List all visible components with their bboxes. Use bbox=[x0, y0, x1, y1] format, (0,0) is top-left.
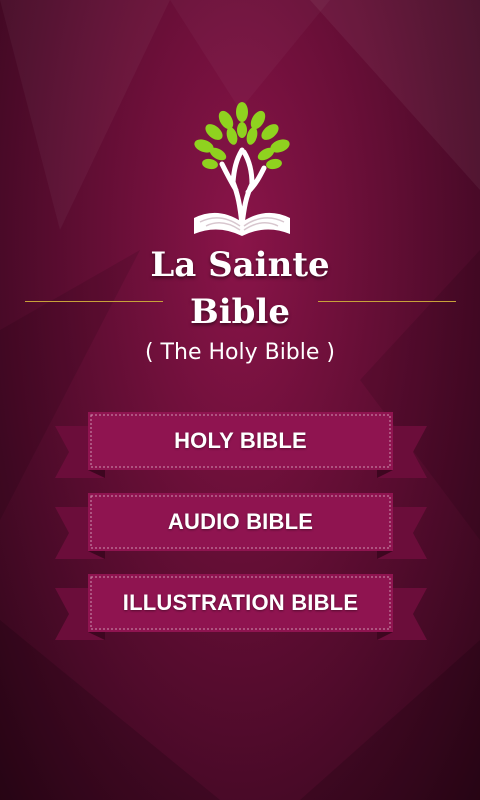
app-subtitle: ( The Holy Bible ) bbox=[144, 340, 335, 365]
illustration-bible-button[interactable]: ILLUSTRATION BIBLE bbox=[55, 574, 427, 642]
holy-bible-label: HOLY BIBLE bbox=[174, 428, 307, 453]
illustration-bible-label: ILLUSTRATION BIBLE bbox=[122, 590, 359, 615]
app-title-line2: Bible bbox=[190, 292, 290, 332]
app-title-line1: La Sainte bbox=[150, 245, 330, 285]
holy-bible-button[interactable]: HOLY BIBLE bbox=[55, 412, 427, 480]
tree-book-icon bbox=[194, 102, 290, 236]
audio-bible-button[interactable]: AUDIO BIBLE bbox=[55, 493, 427, 561]
divider-right bbox=[318, 301, 456, 302]
audio-bible-label: AUDIO BIBLE bbox=[167, 509, 314, 534]
